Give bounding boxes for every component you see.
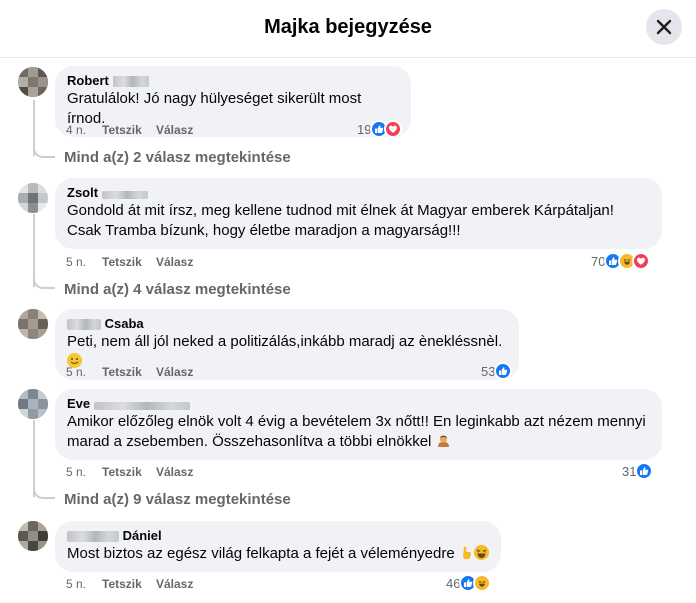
like-button[interactable]: Tetszik (102, 365, 156, 379)
comment-actions: 4 n. Tetszik Válasz (66, 123, 193, 137)
avatar[interactable] (18, 309, 48, 339)
reply-button[interactable]: Válasz (156, 465, 193, 479)
comment-text: Amikor előzőleg elnök volt 4 évig a bevé… (67, 413, 646, 450)
person-emoji (436, 433, 451, 448)
reply-button[interactable]: Válasz (156, 255, 193, 269)
like-button[interactable]: Tetszik (102, 255, 156, 269)
comment-author[interactable]: Robert (67, 73, 399, 89)
close-icon (656, 19, 672, 35)
comment-author[interactable]: Zsolt (67, 185, 650, 201)
comment-author[interactable]: Eve (67, 396, 650, 412)
thread-connector (33, 275, 55, 289)
reaction-count: 53 (481, 363, 496, 379)
reaction-summary[interactable]: 46 (446, 574, 492, 592)
like-button[interactable]: Tetszik (102, 577, 156, 591)
comment-time[interactable]: 5 n. (66, 365, 102, 379)
reaction-summary[interactable]: 19 (357, 120, 403, 138)
comment-bubble: Dániel Most biztos az egész világ felkap… (55, 521, 501, 572)
dialog-header: Majka bejegyzése (0, 0, 696, 58)
reaction-count: 19 (357, 121, 372, 137)
comment-bubble: Zsolt Gondold át mit írsz, meg kellene t… (55, 178, 662, 249)
like-button[interactable]: Tetszik (102, 123, 156, 137)
view-replies-link[interactable]: Mind a(z) 2 válasz megtekintése (64, 149, 291, 166)
comment-author[interactable]: Csaba (67, 316, 507, 332)
avatar[interactable] (18, 389, 48, 419)
comment-bubble: Eve Amikor előzőleg elnök volt 4 évig a … (55, 389, 662, 460)
close-button[interactable] (646, 9, 682, 45)
blurred-surname (112, 75, 149, 87)
thread-connector (33, 485, 55, 499)
pointing-up-emoji (459, 545, 474, 560)
comment-actions: 5 n. Tetszik Válasz (66, 577, 193, 591)
comment-text: Most biztos az egész világ felkapta a fe… (67, 544, 489, 564)
love-icon (384, 120, 403, 138)
blurred-surname (101, 190, 148, 199)
blurred-surname (93, 401, 190, 410)
reply-button[interactable]: Válasz (156, 365, 193, 379)
haha-icon (473, 574, 492, 592)
reaction-summary[interactable]: 53 (481, 362, 513, 380)
thread-connector (33, 144, 55, 158)
like-icon (494, 362, 513, 380)
reaction-summary[interactable]: 70 (591, 252, 651, 270)
avatar[interactable] (18, 67, 48, 97)
comment-time[interactable]: 5 n. (66, 577, 102, 591)
comment-time[interactable]: 4 n. (66, 123, 102, 137)
reply-button[interactable]: Válasz (156, 577, 193, 591)
comment-text: Gondold át mit írsz, meg kellene tudnod … (67, 202, 614, 239)
reaction-summary[interactable]: 31 (622, 462, 654, 480)
comment-actions: 5 n. Tetszik Válasz (66, 365, 193, 379)
reaction-count: 70 (591, 253, 606, 269)
like-icon (635, 462, 654, 480)
reaction-count: 46 (446, 575, 461, 591)
dialog-title: Majka bejegyzése (264, 16, 432, 38)
comment-time[interactable]: 5 n. (66, 465, 102, 479)
comment-actions: 5 n. Tetszik Válasz (66, 465, 193, 479)
view-replies-link[interactable]: Mind a(z) 4 válasz megtekintése (64, 281, 291, 298)
laughing-emoji (473, 545, 489, 560)
comment-actions: 5 n. Tetszik Válasz (66, 255, 193, 269)
avatar[interactable] (18, 521, 48, 551)
blurred-surname (67, 318, 101, 330)
reaction-count: 31 (622, 463, 637, 479)
view-replies-link[interactable]: Mind a(z) 9 válasz megtekintése (64, 491, 291, 508)
avatar[interactable] (18, 183, 48, 213)
reply-button[interactable]: Válasz (156, 123, 193, 137)
like-button[interactable]: Tetszik (102, 465, 156, 479)
comment-time[interactable]: 5 n. (66, 255, 102, 269)
love-icon (632, 252, 651, 270)
blurred-surname (67, 530, 119, 542)
comment-author[interactable]: Dániel (67, 528, 489, 544)
